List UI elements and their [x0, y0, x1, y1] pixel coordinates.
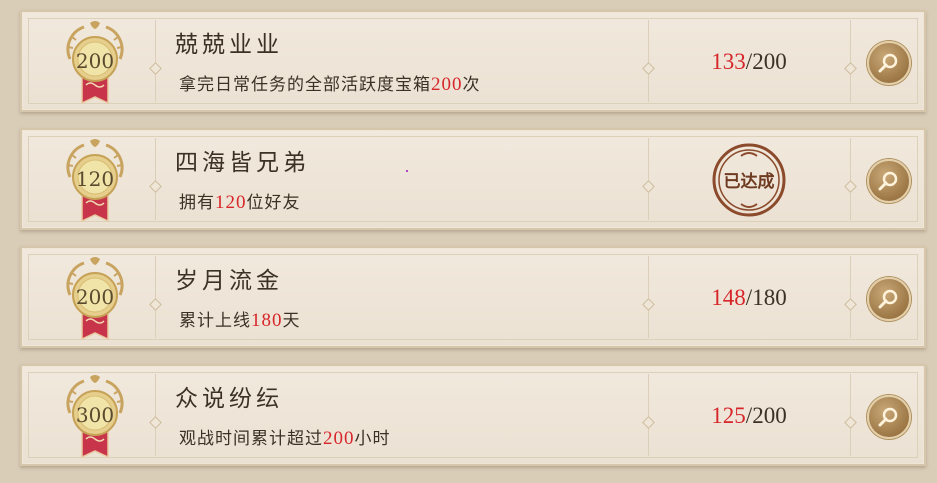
achievement-title: 众说纷纭 — [175, 386, 283, 412]
medal-points: 120 — [75, 167, 115, 191]
achievement-desc: 累计上线180天 — [179, 310, 301, 331]
stray-pixel — [406, 170, 408, 172]
magnifier-icon — [878, 407, 898, 427]
achievement-progress: 148/180 — [711, 285, 787, 310]
achievement-progress: 125/200 — [711, 403, 787, 428]
medal-points: 200 — [75, 49, 115, 73]
divider — [844, 374, 857, 456]
divider — [844, 20, 857, 102]
achievement-desc: 拥有120位好友 — [179, 192, 301, 213]
medal-icon: 200 — [62, 19, 128, 109]
achievement-title: 兢兢业业 — [175, 32, 283, 58]
magnifier-button[interactable] — [867, 41, 911, 85]
magnifier-icon — [878, 53, 898, 73]
achievement-row: 300 众说纷纭 观战时间累计超过200小时 125/200 — [20, 364, 926, 466]
magnifier-button[interactable] — [867, 395, 911, 439]
divider — [844, 138, 857, 220]
achievement-title: 四海皆兄弟 — [175, 150, 310, 176]
achievement-row: 200 岁月流金 累计上线180天 148/180 — [20, 246, 926, 348]
divider — [642, 138, 655, 220]
achievement-desc: 观战时间累计超过200小时 — [179, 428, 391, 449]
achievement-title: 岁月流金 — [175, 268, 283, 294]
medal-icon: 300 — [62, 373, 128, 463]
magnifier-icon — [878, 171, 898, 191]
magnifier-icon — [878, 289, 898, 309]
magnifier-button[interactable] — [867, 159, 911, 203]
divider — [844, 256, 857, 338]
magnifier-button[interactable] — [867, 277, 911, 321]
achievement-desc: 拿完日常任务的全部活跃度宝箱200次 — [179, 74, 481, 95]
divider — [149, 374, 162, 456]
stamp-text: 已达成 — [724, 171, 775, 192]
medal-icon: 200 — [62, 255, 128, 345]
achievement-row: 200 兢兢业业 拿完日常任务的全部活跃度宝箱200次 133/200 — [20, 10, 926, 112]
achievement-row: 120 四海皆兄弟 拥有120位好友 已达成 — [20, 128, 926, 230]
divider — [149, 138, 162, 220]
divider — [149, 20, 162, 102]
divider — [149, 256, 162, 338]
completed-seal-icon: 已达成 — [711, 142, 787, 218]
medal-points: 200 — [75, 285, 115, 309]
medal-points: 300 — [75, 403, 115, 427]
achievement-progress: 133/200 — [711, 49, 787, 74]
medal-icon: 120 — [62, 137, 128, 227]
